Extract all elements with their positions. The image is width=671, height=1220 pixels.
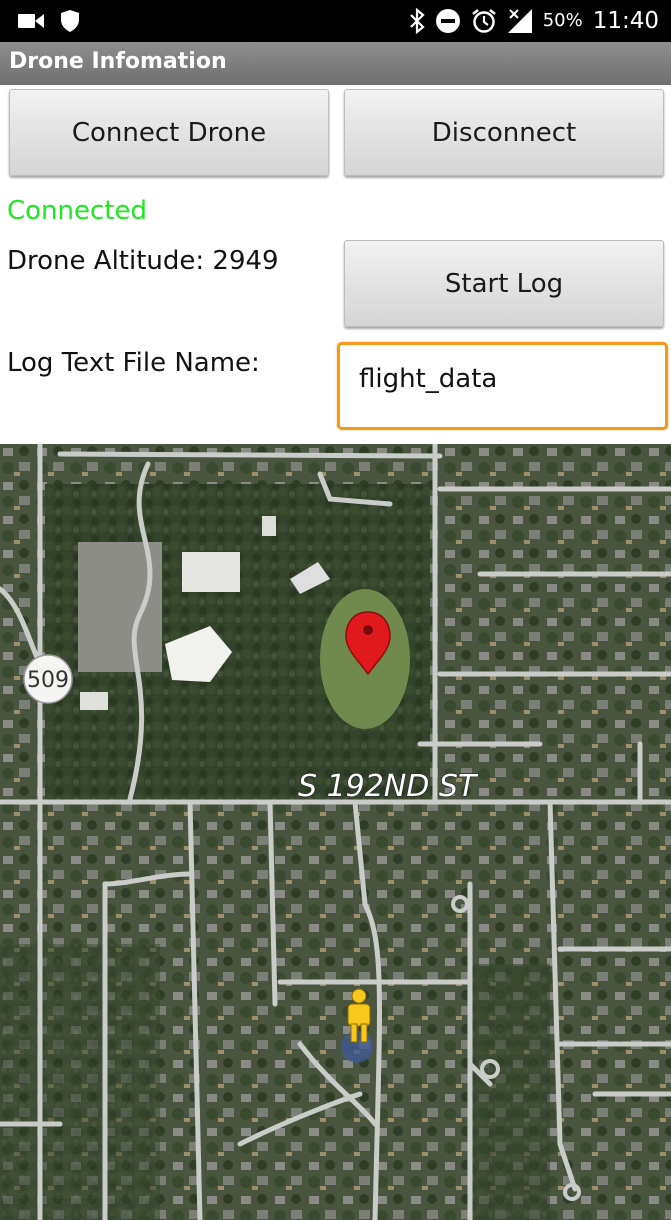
route-shield: 509	[23, 654, 73, 704]
satellite-map[interactable]: 509 S 192ND ST	[0, 444, 671, 1220]
status-right-icons: 50% 11:40	[409, 6, 659, 36]
start-log-button[interactable]: Start Log	[344, 240, 664, 327]
map-canvas[interactable]: 509 S 192ND ST	[0, 444, 671, 1220]
alarm-icon	[471, 9, 496, 33]
do-not-disturb-icon	[435, 9, 460, 33]
connect-drone-button[interactable]: Connect Drone	[9, 89, 329, 176]
clock: 11:40	[592, 8, 659, 34]
disconnect-button[interactable]: Disconnect	[344, 89, 664, 176]
battery-percent: 50%	[542, 10, 583, 31]
log-file-name-label: Log Text File Name:	[7, 348, 260, 378]
school-building	[182, 552, 240, 592]
app-title-bar: Drone Infomation	[0, 42, 671, 85]
street-label: S 192ND ST	[298, 769, 479, 804]
app-title: Drone Infomation	[9, 49, 227, 74]
connection-status: Connected	[7, 196, 148, 226]
small-building	[80, 692, 108, 710]
log-file-name-field-container[interactable]	[337, 342, 668, 430]
tree-patch-sw	[0, 944, 160, 1220]
small-building	[262, 516, 276, 536]
video-camera-icon	[18, 14, 44, 28]
status-bar: 50% 11:40	[0, 0, 671, 42]
drone-altitude: Drone Altitude: 2949	[7, 246, 279, 276]
tree-patch-se	[470, 964, 550, 1220]
signal-icon	[507, 9, 532, 33]
log-file-name-input[interactable]	[359, 359, 649, 399]
bluetooth-icon	[409, 8, 425, 34]
status-left-icons	[18, 9, 80, 33]
route-number: 509	[27, 668, 69, 693]
shield-icon	[61, 10, 79, 32]
